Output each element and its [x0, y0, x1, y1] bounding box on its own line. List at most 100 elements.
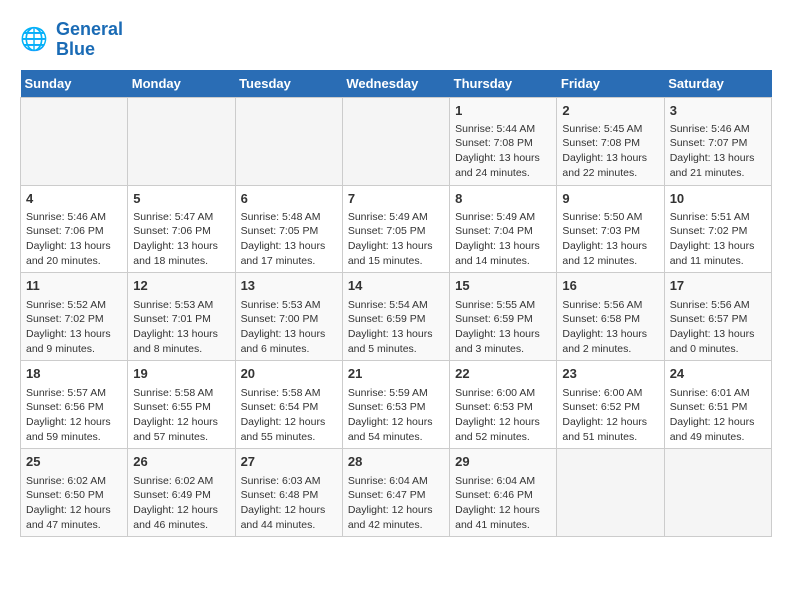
day-number: 6	[241, 190, 337, 208]
day-number: 24	[670, 365, 766, 383]
week-row-4: 18Sunrise: 5:57 AM Sunset: 6:56 PM Dayli…	[21, 361, 772, 449]
header-sunday: Sunday	[21, 70, 128, 98]
day-info: Sunrise: 6:02 AM Sunset: 6:50 PM Dayligh…	[26, 474, 122, 533]
calendar-cell	[21, 97, 128, 185]
calendar-cell: 11 Sunrise: 5:52 AM Sunset: 7:02 PM Dayli…	[21, 273, 128, 361]
calendar-cell: 13 Sunrise: 5:53 AM Sunset: 7:00 PM Dayli…	[235, 273, 342, 361]
header-wednesday: Wednesday	[342, 70, 449, 98]
day-number: 29	[455, 453, 551, 471]
day-info: Sunrise: 5:56 AM Sunset: 6:57 PM Dayligh…	[670, 298, 766, 357]
day-number: 8	[455, 190, 551, 208]
header-thursday: Thursday	[450, 70, 557, 98]
day-number: 28	[348, 453, 444, 471]
day-number: 3	[670, 102, 766, 120]
day-number: 9	[562, 190, 658, 208]
day-number: 22	[455, 365, 551, 383]
day-info: Sunrise: 5:53 AM Sunset: 7:01 PM Dayligh…	[133, 298, 229, 357]
day-number: 13	[241, 277, 337, 295]
calendar-cell: 5Sunrise: 5:47 AM Sunset: 7:06 PM Daylig…	[128, 185, 235, 273]
calendar-cell: 2 Sunrise: 5:45 AM Sunset: 7:08 PM Daylig…	[557, 97, 664, 185]
calendar-cell: 1Sunrise: 5:44 AM Sunset: 7:08 PM Daylig…	[450, 97, 557, 185]
header-monday: Monday	[128, 70, 235, 98]
calendar-table: SundayMondayTuesdayWednesdayThursdayFrid…	[20, 70, 772, 538]
header-tuesday: Tuesday	[235, 70, 342, 98]
day-info: Sunrise: 5:56 AM Sunset: 6:58 PM Dayligh…	[562, 298, 658, 357]
calendar-cell: 21Sunrise: 5:59 AM Sunset: 6:53 PM Dayli…	[342, 361, 449, 449]
day-number: 4	[26, 190, 122, 208]
calendar-cell: 23 Sunrise: 6:00 AM Sunset: 6:52 PM Dayli…	[557, 361, 664, 449]
day-info: Sunrise: 5:58 AM Sunset: 6:54 PM Dayligh…	[241, 386, 337, 445]
day-number: 12	[133, 277, 229, 295]
logo-blue: Blue	[56, 39, 95, 59]
header-saturday: Saturday	[664, 70, 771, 98]
day-info: Sunrise: 5:46 AM Sunset: 7:06 PM Dayligh…	[26, 210, 122, 269]
logo: 🌐 General Blue	[20, 20, 123, 60]
week-row-1: 1Sunrise: 5:44 AM Sunset: 7:08 PM Daylig…	[21, 97, 772, 185]
day-info: Sunrise: 5:52 AM Sunset: 7:02 PM Dayligh…	[26, 298, 122, 357]
day-number: 27	[241, 453, 337, 471]
day-number: 11	[26, 277, 122, 295]
calendar-cell: 17 Sunrise: 5:56 AM Sunset: 6:57 PM Dayli…	[664, 273, 771, 361]
calendar-cell: 7 Sunrise: 5:49 AM Sunset: 7:05 PM Daylig…	[342, 185, 449, 273]
calendar-cell: 22Sunrise: 6:00 AM Sunset: 6:53 PM Dayli…	[450, 361, 557, 449]
calendar-cell: 16 Sunrise: 5:56 AM Sunset: 6:58 PM Dayli…	[557, 273, 664, 361]
day-number: 15	[455, 277, 551, 295]
day-number: 26	[133, 453, 229, 471]
calendar-cell	[664, 449, 771, 537]
day-number: 2	[562, 102, 658, 120]
day-info: Sunrise: 5:48 AM Sunset: 7:05 PM Dayligh…	[241, 210, 337, 269]
logo-general: General	[56, 19, 123, 39]
calendar-cell: 26Sunrise: 6:02 AM Sunset: 6:49 PM Dayli…	[128, 449, 235, 537]
day-info: Sunrise: 5:58 AM Sunset: 6:55 PM Dayligh…	[133, 386, 229, 445]
logo-text: General Blue	[56, 20, 123, 60]
calendar-cell: 25 Sunrise: 6:02 AM Sunset: 6:50 PM Dayli…	[21, 449, 128, 537]
calendar-cell: 29 Sunrise: 6:04 AM Sunset: 6:46 PM Dayli…	[450, 449, 557, 537]
day-number: 14	[348, 277, 444, 295]
day-number: 19	[133, 365, 229, 383]
day-info: Sunrise: 6:03 AM Sunset: 6:48 PM Dayligh…	[241, 474, 337, 533]
day-info: Sunrise: 5:55 AM Sunset: 6:59 PM Dayligh…	[455, 298, 551, 357]
calendar-cell: 27 Sunrise: 6:03 AM Sunset: 6:48 PM Dayli…	[235, 449, 342, 537]
calendar-cell	[235, 97, 342, 185]
day-info: Sunrise: 5:49 AM Sunset: 7:04 PM Dayligh…	[455, 210, 551, 269]
calendar-header-row: SundayMondayTuesdayWednesdayThursdayFrid…	[21, 70, 772, 98]
calendar-cell: 20Sunrise: 5:58 AM Sunset: 6:54 PM Dayli…	[235, 361, 342, 449]
calendar-cell: 15 Sunrise: 5:55 AM Sunset: 6:59 PM Dayli…	[450, 273, 557, 361]
day-info: Sunrise: 5:49 AM Sunset: 7:05 PM Dayligh…	[348, 210, 444, 269]
day-number: 18	[26, 365, 122, 383]
calendar-cell	[128, 97, 235, 185]
day-number: 5	[133, 190, 229, 208]
calendar-cell: 6 Sunrise: 5:48 AM Sunset: 7:05 PM Daylig…	[235, 185, 342, 273]
day-info: Sunrise: 6:04 AM Sunset: 6:46 PM Dayligh…	[455, 474, 551, 533]
day-number: 7	[348, 190, 444, 208]
day-info: Sunrise: 5:45 AM Sunset: 7:08 PM Dayligh…	[562, 122, 658, 181]
week-row-5: 25 Sunrise: 6:02 AM Sunset: 6:50 PM Dayli…	[21, 449, 772, 537]
day-number: 17	[670, 277, 766, 295]
calendar-cell: 3 Sunrise: 5:46 AM Sunset: 7:07 PM Daylig…	[664, 97, 771, 185]
day-number: 10	[670, 190, 766, 208]
day-info: Sunrise: 5:50 AM Sunset: 7:03 PM Dayligh…	[562, 210, 658, 269]
day-number: 23	[562, 365, 658, 383]
calendar-cell: 9 Sunrise: 5:50 AM Sunset: 7:03 PM Daylig…	[557, 185, 664, 273]
page-header: 🌐 General Blue	[20, 20, 772, 60]
day-info: Sunrise: 5:51 AM Sunset: 7:02 PM Dayligh…	[670, 210, 766, 269]
day-info: Sunrise: 5:46 AM Sunset: 7:07 PM Dayligh…	[670, 122, 766, 181]
header-friday: Friday	[557, 70, 664, 98]
calendar-cell: 12 Sunrise: 5:53 AM Sunset: 7:01 PM Dayli…	[128, 273, 235, 361]
day-number: 25	[26, 453, 122, 471]
calendar-cell: 24 Sunrise: 6:01 AM Sunset: 6:51 PM Dayli…	[664, 361, 771, 449]
calendar-cell: 14 Sunrise: 5:54 AM Sunset: 6:59 PM Dayli…	[342, 273, 449, 361]
day-number: 16	[562, 277, 658, 295]
day-info: Sunrise: 5:54 AM Sunset: 6:59 PM Dayligh…	[348, 298, 444, 357]
day-info: Sunrise: 6:04 AM Sunset: 6:47 PM Dayligh…	[348, 474, 444, 533]
calendar-cell: 28 Sunrise: 6:04 AM Sunset: 6:47 PM Dayli…	[342, 449, 449, 537]
day-info: Sunrise: 5:44 AM Sunset: 7:08 PM Dayligh…	[455, 122, 551, 181]
calendar-cell	[557, 449, 664, 537]
calendar-cell: 4 Sunrise: 5:46 AM Sunset: 7:06 PM Daylig…	[21, 185, 128, 273]
logo-icon: 🌐	[20, 24, 52, 56]
day-info: Sunrise: 6:01 AM Sunset: 6:51 PM Dayligh…	[670, 386, 766, 445]
day-info: Sunrise: 6:00 AM Sunset: 6:52 PM Dayligh…	[562, 386, 658, 445]
day-info: Sunrise: 5:53 AM Sunset: 7:00 PM Dayligh…	[241, 298, 337, 357]
calendar-cell	[342, 97, 449, 185]
week-row-3: 11 Sunrise: 5:52 AM Sunset: 7:02 PM Dayli…	[21, 273, 772, 361]
